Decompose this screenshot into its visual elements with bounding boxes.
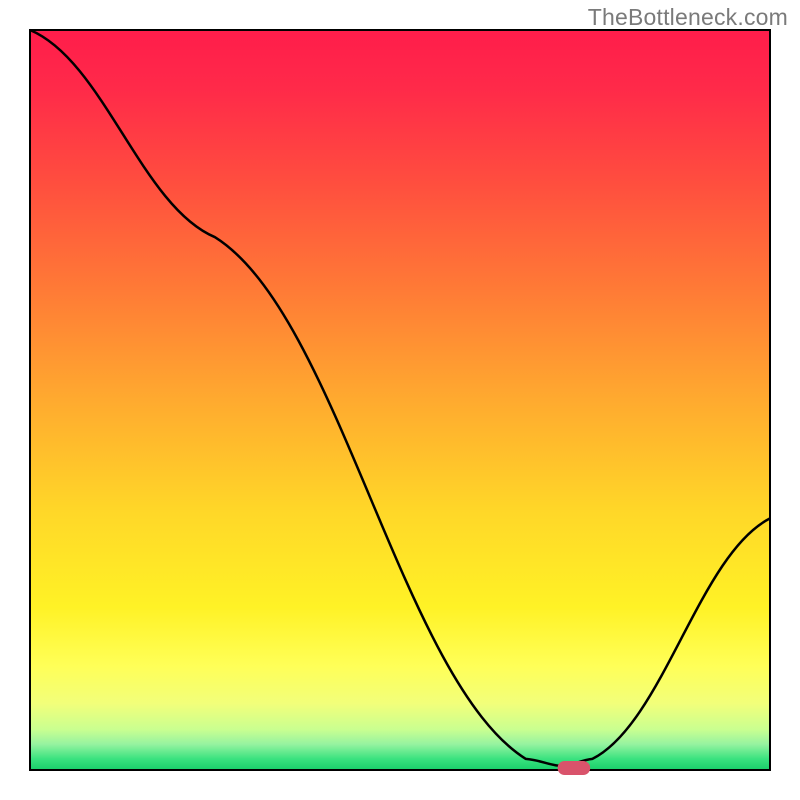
bottleneck-chart <box>0 0 800 800</box>
chart-background-gradient <box>30 30 770 770</box>
watermark-text: TheBottleneck.com <box>588 4 788 31</box>
chart-container: TheBottleneck.com <box>0 0 800 800</box>
optimal-range-marker <box>558 761 591 775</box>
